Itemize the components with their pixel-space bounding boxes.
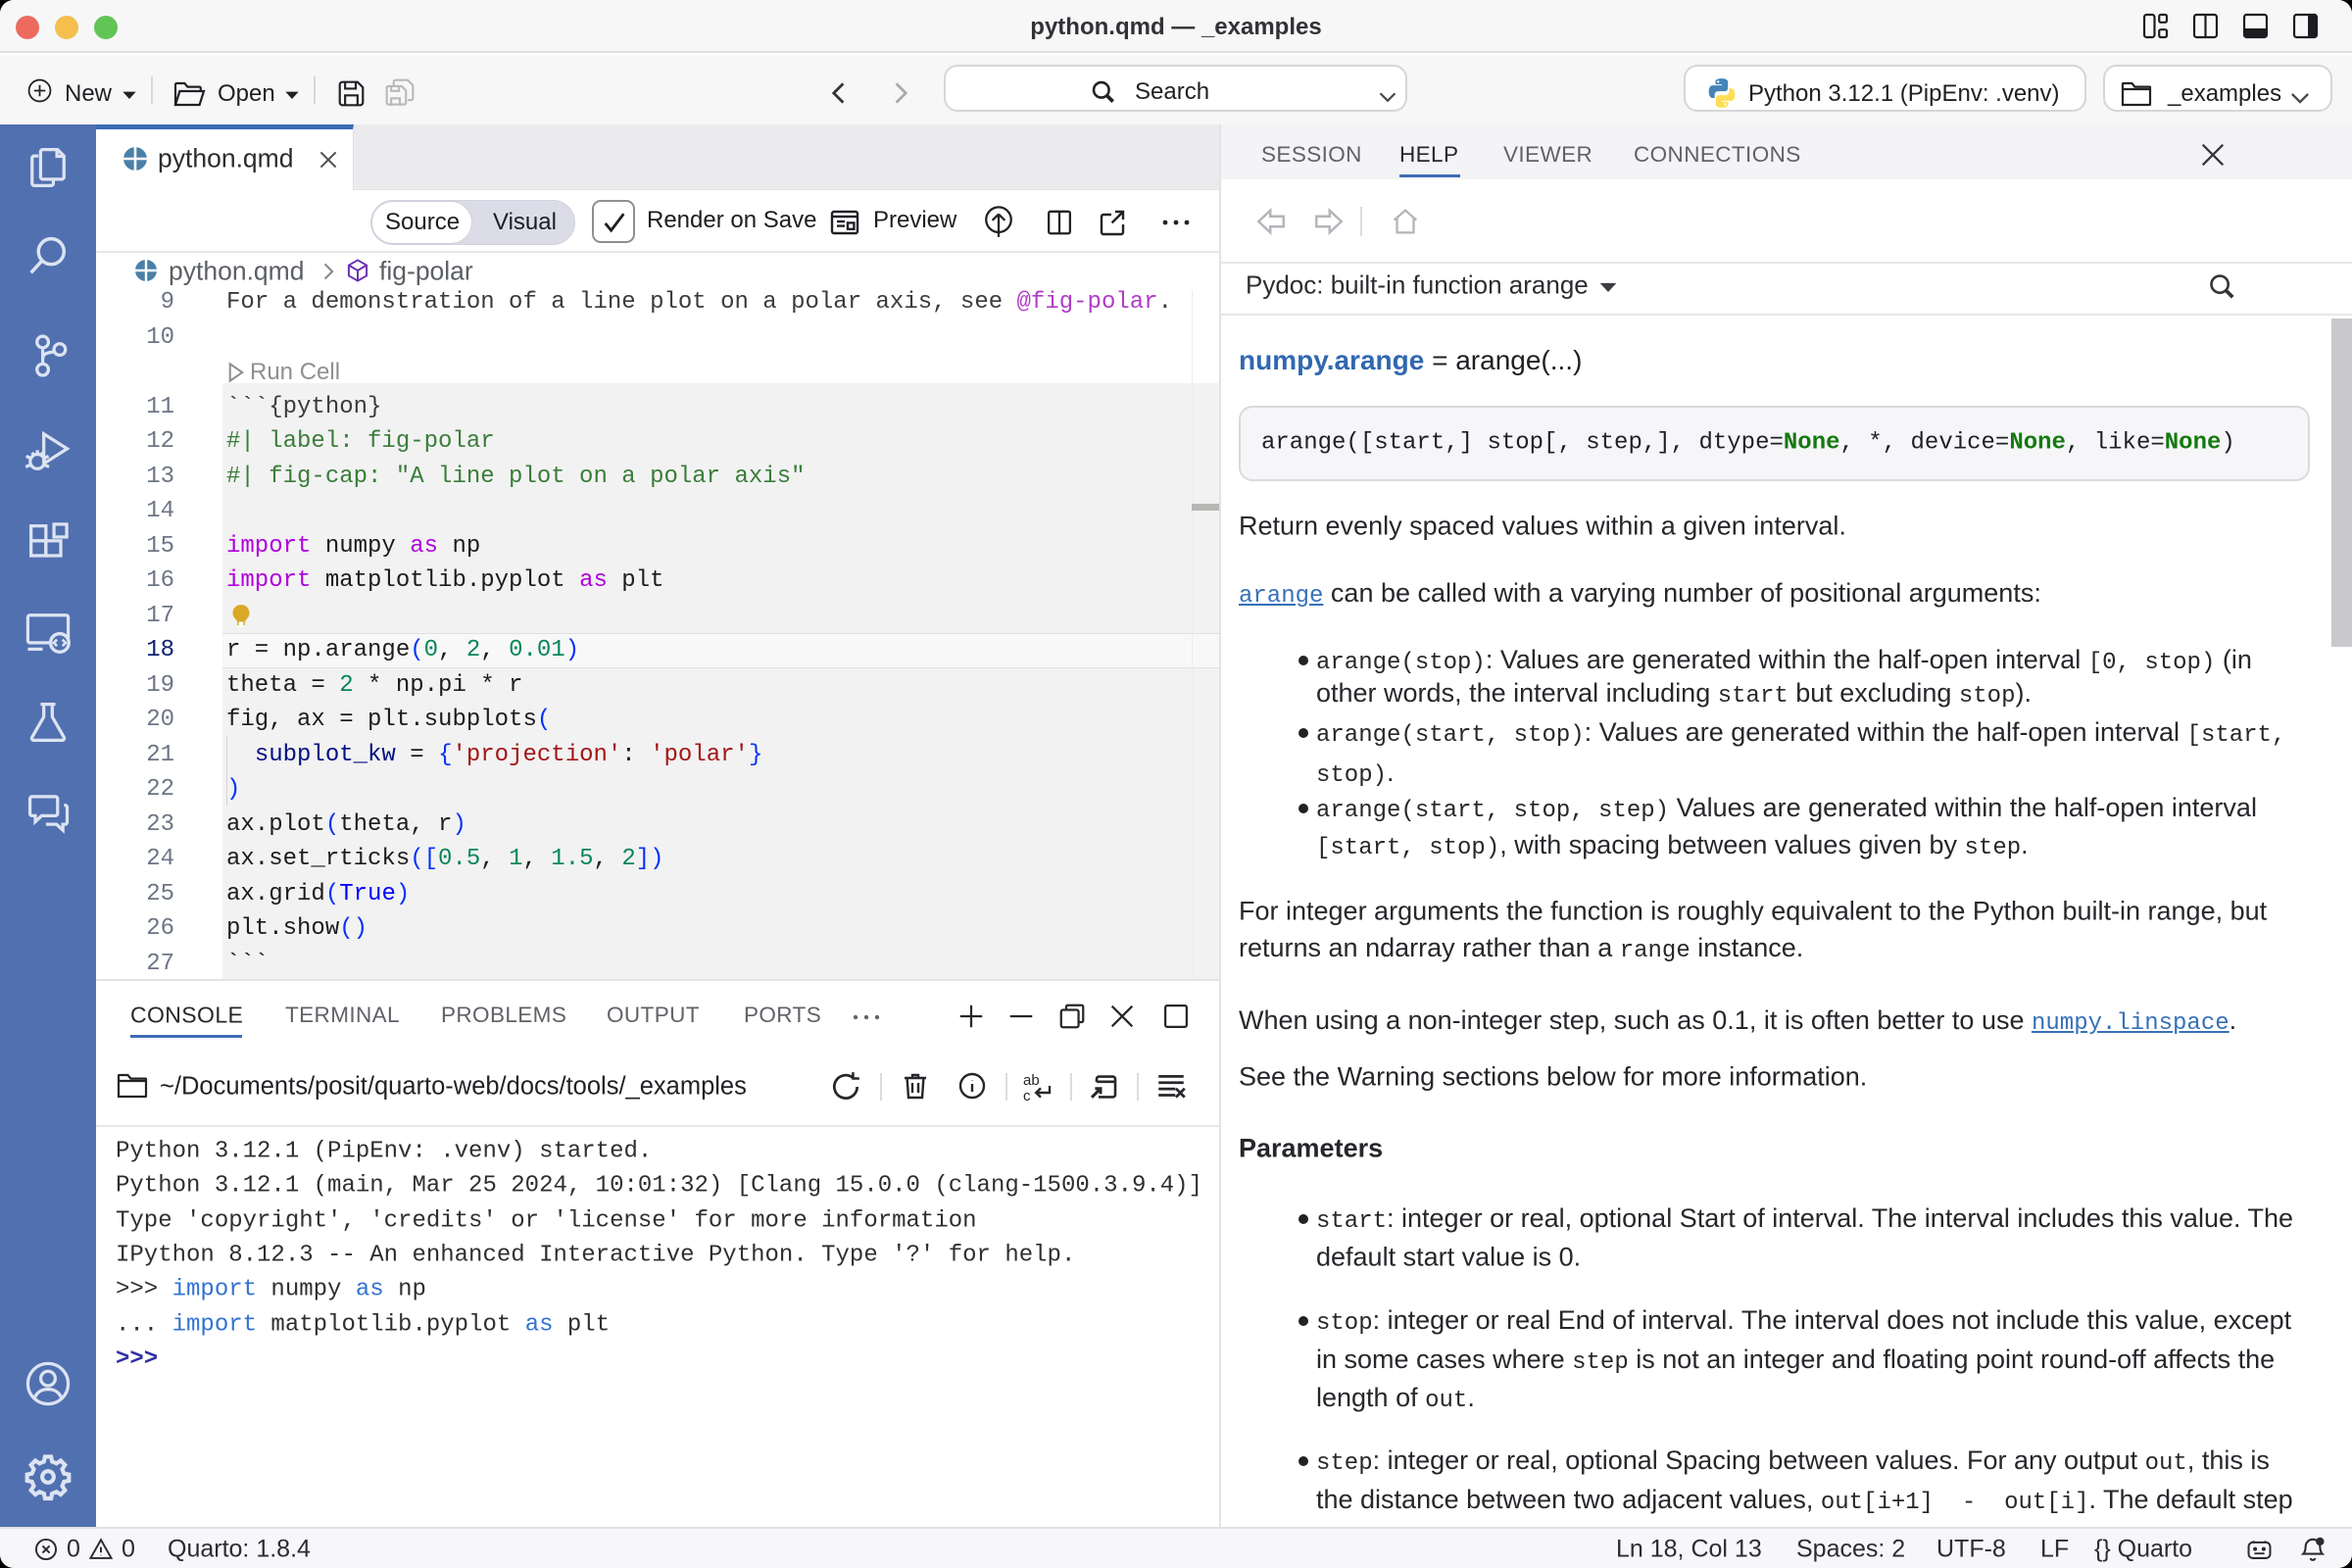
svg-text:ab: ab	[1023, 1072, 1040, 1089]
svg-text:c: c	[1023, 1088, 1031, 1103]
